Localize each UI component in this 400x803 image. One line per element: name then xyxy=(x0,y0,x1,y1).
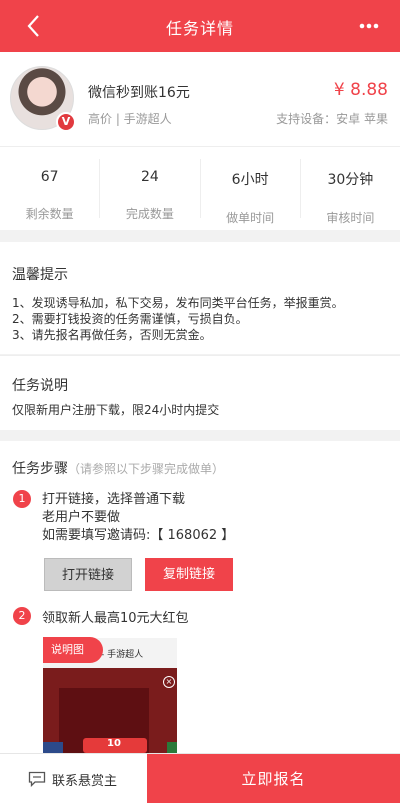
steps-subtitle: （请参照以下步骤完成做单） xyxy=(68,462,225,476)
step1-instructions: 打开链接，选择普通下载 老用户不要做 如需要填写邀请码:【 168062 】 xyxy=(42,491,234,545)
stat-value: 30分钟 xyxy=(327,172,374,188)
task-name: 微信秒到账16元 xyxy=(88,85,190,101)
step1-line: 老用户不要做 xyxy=(42,510,121,525)
task-meta: 高价 | 手游超人 xyxy=(88,112,172,126)
steps-title-text: 任务步骤 xyxy=(12,461,68,477)
image-tag: 说明图 xyxy=(43,637,103,663)
stat-label: 做单时间 xyxy=(226,211,275,225)
tip-line: 1、发现诱导私加，私下交易，发布同类平台任务，举报重赏。 xyxy=(12,296,344,310)
tip-line: 3、请先报名再做任务，否则无赏金。 xyxy=(12,328,212,342)
step1-line: 打开链接，选择普通下载 xyxy=(42,492,186,507)
task-summary-card: V 微信秒到账16元 高价 | 手游超人 ¥ 8.88 支持设备：安卓 苹果 xyxy=(0,52,400,146)
stat-work-time: 6小时 做单时间 xyxy=(201,159,301,225)
screenshot-edge xyxy=(167,742,177,753)
step1-line: 如需要填写邀请码:【 168062 】 xyxy=(42,528,235,543)
red-envelope-amount: 10 xyxy=(83,738,147,753)
top-nav-bar: 任务详情 xyxy=(0,0,400,52)
amount-text: 10 xyxy=(107,738,121,749)
tips-title: 温馨提示 xyxy=(12,267,68,283)
description-section: 任务说明 仅限新用户注册下载，限24小时内提交 xyxy=(0,355,400,430)
steps-title: 任务步骤（请参照以下步骤完成做单） xyxy=(12,458,224,478)
task-price: ¥ 8.88 xyxy=(333,80,388,100)
stat-label: 完成数量 xyxy=(125,207,174,221)
step2-instructions: 领取新人最高10元大红包 xyxy=(42,611,189,626)
stat-value: 24 xyxy=(140,169,159,185)
step-number-badge: 2 xyxy=(13,607,31,625)
stat-completed: 24 完成数量 xyxy=(100,159,201,221)
open-link-button[interactable]: 打开链接 xyxy=(44,558,132,591)
step-number-badge: 1 xyxy=(13,490,31,508)
more-options-icon[interactable] xyxy=(354,14,384,38)
contact-label: 联系悬赏主 xyxy=(52,774,118,789)
tips-section: 温馨提示 1、发现诱导私加，私下交易，发布同类平台任务，举报重赏。 2、需要打钱… xyxy=(0,242,400,354)
stat-value: 67 xyxy=(40,169,59,185)
screenshot-edge xyxy=(43,742,63,753)
page-title: 任务详情 xyxy=(165,19,234,38)
description-title: 任务说明 xyxy=(12,378,68,394)
stat-review-time: 30分钟 审核时间 xyxy=(301,159,400,225)
stat-label: 审核时间 xyxy=(326,211,375,225)
chat-icon xyxy=(28,771,46,787)
signup-button[interactable]: 立即报名 xyxy=(147,754,400,803)
contact-publisher-button[interactable]: 联系悬赏主 xyxy=(0,754,147,803)
copy-link-button[interactable]: 复制链接 xyxy=(145,558,233,591)
supported-devices: 支持设备：安卓 苹果 xyxy=(276,112,388,126)
steps-section: 任务步骤（请参照以下步骤完成做单） 1 打开链接，选择普通下载 老用户不要做 如… xyxy=(0,441,400,753)
stat-value: 6小时 xyxy=(231,172,269,188)
screenshot-header-label: - 手游超人 xyxy=(101,650,144,660)
tips-lines: 1、发现诱导私加，私下交易，发布同类平台任务，举报重赏。 2、需要打钱投资的任务… xyxy=(12,295,344,343)
close-icon: × xyxy=(163,676,175,688)
tip-line: 2、需要打钱投资的任务需谨慎，亏损自负。 xyxy=(12,312,248,326)
bottom-action-bar: 联系悬赏主 立即报名 xyxy=(0,753,400,803)
stat-label: 剩余数量 xyxy=(25,207,74,221)
stat-remaining: 67 剩余数量 xyxy=(0,159,101,221)
description-text: 仅限新用户注册下载，限24小时内提交 xyxy=(12,403,220,417)
verified-badge-icon: V xyxy=(56,112,76,132)
task-stats: 67 剩余数量 24 完成数量 6小时 做单时间 30分钟 审核时间 xyxy=(0,146,400,230)
